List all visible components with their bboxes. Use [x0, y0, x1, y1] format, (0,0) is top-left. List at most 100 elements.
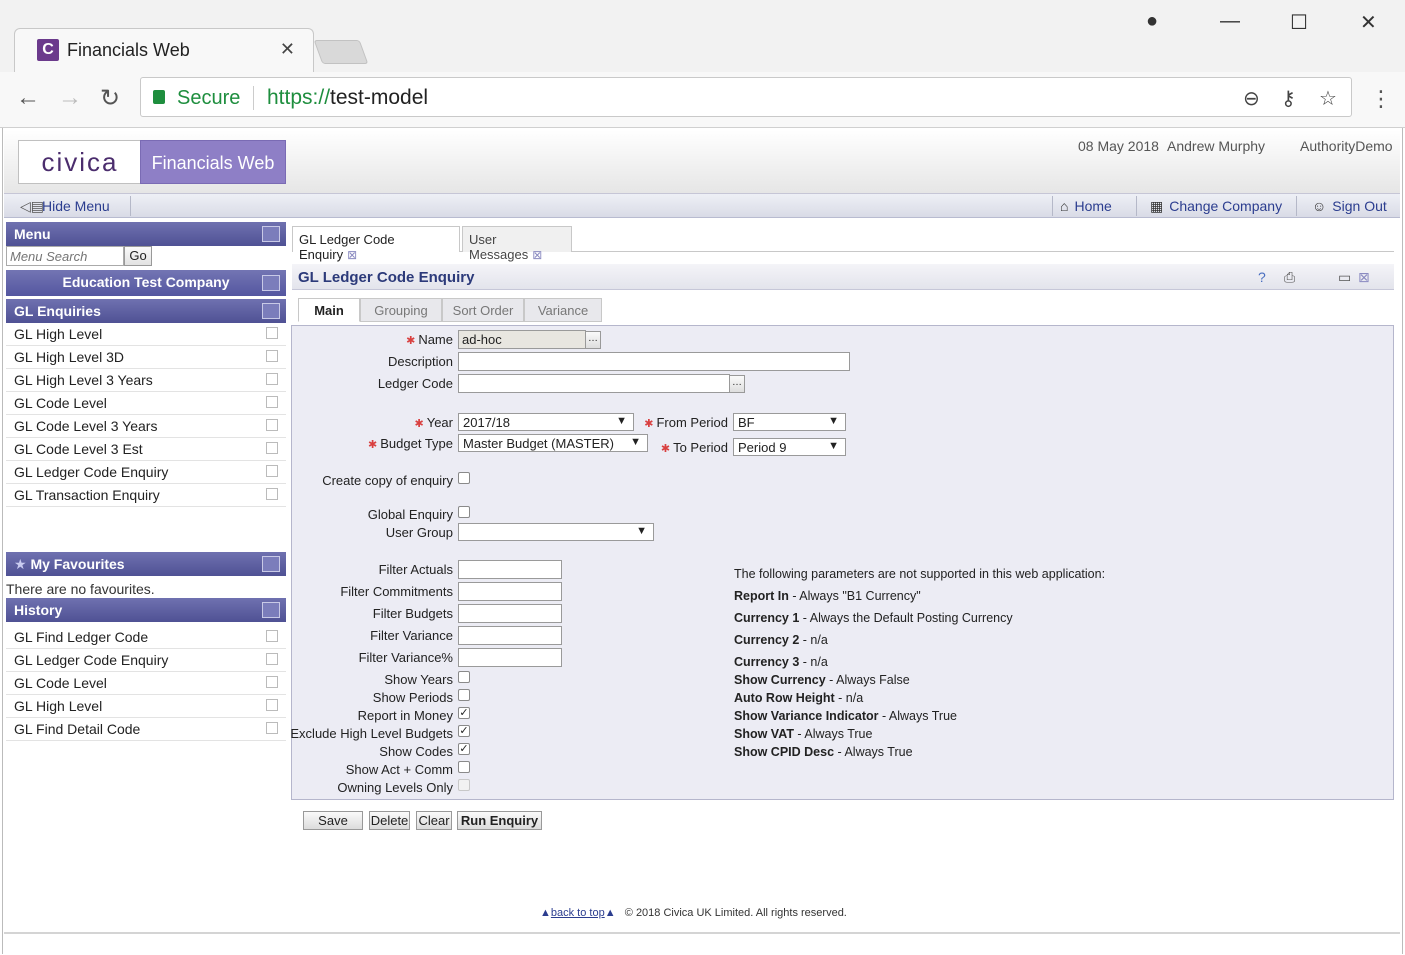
show-years-checkbox[interactable]	[458, 671, 470, 683]
url-text[interactable]: https://test-model	[267, 86, 428, 110]
filter-variance-field[interactable]	[458, 626, 562, 645]
company-pin-icon[interactable]	[262, 275, 280, 291]
toolbar-divider	[130, 196, 131, 216]
sidebar-item-gl-high-level-3-years[interactable]: GL High Level 3 Years	[6, 369, 286, 392]
history-item[interactable]: GL Ledger Code Enquiry	[6, 649, 286, 672]
minimize-icon[interactable]: —	[1220, 10, 1240, 33]
sidebar-item-gl-transaction-enquiry[interactable]: GL Transaction Enquiry	[6, 484, 286, 507]
show-act-comm-checkbox[interactable]	[458, 761, 470, 773]
favourites-pin-icon[interactable]	[262, 556, 280, 572]
reload-icon[interactable]: ↻	[100, 84, 120, 113]
new-tab-button[interactable]	[313, 40, 369, 64]
show-codes-checkbox[interactable]: ✓	[458, 743, 470, 755]
home-button[interactable]: ⌂ Home	[1060, 198, 1112, 214]
help-icon[interactable]: ?	[1258, 269, 1266, 285]
close-tab-icon[interactable]: ⊠	[532, 248, 542, 262]
print-icon[interactable]: ⎙	[1284, 269, 1295, 286]
sidebar-item-gl-high-level[interactable]: GL High Level	[6, 323, 286, 346]
budget-type-select[interactable]: Master Budget (MASTER) ▼	[458, 434, 648, 452]
open-external-icon[interactable]	[266, 653, 278, 665]
sidebar-item-gl-code-level-3-est[interactable]: GL Code Level 3 Est	[6, 438, 286, 461]
gl-enquiries-pin-icon[interactable]	[262, 303, 280, 319]
zoom-icon[interactable]: ⊖	[1243, 86, 1260, 111]
company-header[interactable]: Education Test Company	[6, 270, 286, 296]
tab-grouping[interactable]: Grouping	[360, 298, 442, 322]
undock-icon[interactable]: ▭	[1338, 269, 1351, 286]
open-external-icon[interactable]	[266, 442, 278, 454]
ledger-code-field[interactable]	[458, 374, 730, 393]
sidebar-item-gl-high-level-3d[interactable]: GL High Level 3D	[6, 346, 286, 369]
open-external-icon[interactable]	[266, 722, 278, 734]
open-external-icon[interactable]	[266, 327, 278, 339]
key-icon[interactable]: ⚷	[1281, 86, 1296, 111]
open-external-icon[interactable]	[266, 373, 278, 385]
address-bar[interactable]: Secure https://test-model ⊖ ⚷ ☆	[140, 77, 1352, 117]
tab-variance[interactable]: Variance	[524, 298, 602, 322]
name-field[interactable]: ad-hoc	[458, 330, 586, 349]
sign-out-label: Sign Out	[1332, 198, 1387, 214]
to-period-select[interactable]: Period 9 ▼	[733, 438, 846, 456]
change-company-button[interactable]: ▦ Change Company	[1150, 198, 1282, 215]
open-external-icon[interactable]	[266, 699, 278, 711]
close-window-icon[interactable]: ✕	[1360, 10, 1377, 35]
back-to-top-link[interactable]: back to top	[551, 907, 605, 919]
tab-gl-ledger-code-enquiry[interactable]: GL Ledger Code Enquiry ⊠	[292, 226, 460, 262]
from-period-select[interactable]: BF ▼	[733, 413, 846, 431]
sidebar-item-gl-code-level[interactable]: GL Code Level	[6, 392, 286, 415]
url-divider	[253, 86, 254, 110]
back-arrow-icon[interactable]: ←	[16, 84, 40, 112]
description-field[interactable]	[458, 352, 850, 371]
close-tab-icon[interactable]: ✕	[280, 39, 295, 60]
favourites-header[interactable]: ★ My Favourites	[6, 552, 286, 576]
clear-button[interactable]: Clear	[416, 811, 452, 830]
filter-commitments-field[interactable]	[458, 582, 562, 601]
tab-main[interactable]: Main	[298, 298, 360, 322]
open-external-icon[interactable]	[266, 465, 278, 477]
sign-out-button[interactable]: ☺ Sign Out	[1312, 198, 1387, 214]
ledger-code-lookup-button[interactable]: …	[729, 375, 745, 393]
filter-actuals-field[interactable]	[458, 560, 562, 579]
browser-menu-icon[interactable]: ⋮	[1370, 86, 1392, 112]
name-lookup-button[interactable]: …	[585, 331, 601, 349]
show-periods-checkbox[interactable]	[458, 689, 470, 701]
gl-enquiries-header[interactable]: GL Enquiries	[6, 299, 286, 323]
report-in-money-checkbox[interactable]: ✓	[458, 707, 470, 719]
save-button[interactable]: Save	[303, 811, 363, 830]
global-enquiry-checkbox[interactable]	[458, 506, 470, 518]
history-item[interactable]: GL High Level	[6, 695, 286, 718]
sidebar-item-gl-ledger-code-enquiry[interactable]: GL Ledger Code Enquiry	[6, 461, 286, 484]
maximize-icon[interactable]: ☐	[1290, 10, 1308, 35]
open-external-icon[interactable]	[266, 419, 278, 431]
tab-sort-order[interactable]: Sort Order	[442, 298, 524, 322]
year-select[interactable]: 2017/18 ▼	[458, 413, 634, 431]
filter-budgets-field[interactable]	[458, 604, 562, 623]
bookmark-star-icon[interactable]: ☆	[1319, 86, 1337, 111]
history-pin-icon[interactable]	[262, 602, 280, 618]
close-tab-icon[interactable]: ⊠	[347, 248, 357, 262]
forward-arrow-icon[interactable]: →	[58, 84, 82, 112]
browser-tab[interactable]: C Financials Web ✕	[14, 28, 314, 72]
history-item[interactable]: GL Find Detail Code	[6, 718, 286, 741]
menu-search-go-button[interactable]: Go	[124, 246, 152, 266]
menu-search-input[interactable]	[6, 246, 124, 266]
history-item[interactable]: GL Find Ledger Code	[6, 626, 286, 649]
create-copy-checkbox[interactable]	[458, 472, 470, 484]
exclude-high-level-checkbox[interactable]: ✓	[458, 725, 470, 737]
filter-variance-pct-field[interactable]	[458, 648, 562, 667]
open-external-icon[interactable]	[266, 630, 278, 642]
tab-user-messages[interactable]: User Messages ⊠	[462, 226, 572, 262]
open-external-icon[interactable]	[266, 488, 278, 500]
close-panel-icon[interactable]: ⊠	[1358, 269, 1370, 286]
history-item[interactable]: GL Code Level	[6, 672, 286, 695]
open-external-icon[interactable]	[266, 350, 278, 362]
open-external-icon[interactable]	[266, 676, 278, 688]
history-header[interactable]: History	[6, 598, 286, 622]
user-group-select[interactable]: ▼	[458, 523, 654, 541]
run-enquiry-button[interactable]: Run Enquiry	[457, 811, 542, 830]
open-external-icon[interactable]	[266, 396, 278, 408]
menu-pin-icon[interactable]	[262, 226, 280, 242]
profile-icon[interactable]: ●	[1146, 10, 1158, 33]
delete-button[interactable]: Delete	[369, 811, 410, 830]
hide-menu-button[interactable]: ◁▤Hide Menu	[20, 198, 110, 215]
sidebar-item-gl-code-level-3-years[interactable]: GL Code Level 3 Years	[6, 415, 286, 438]
